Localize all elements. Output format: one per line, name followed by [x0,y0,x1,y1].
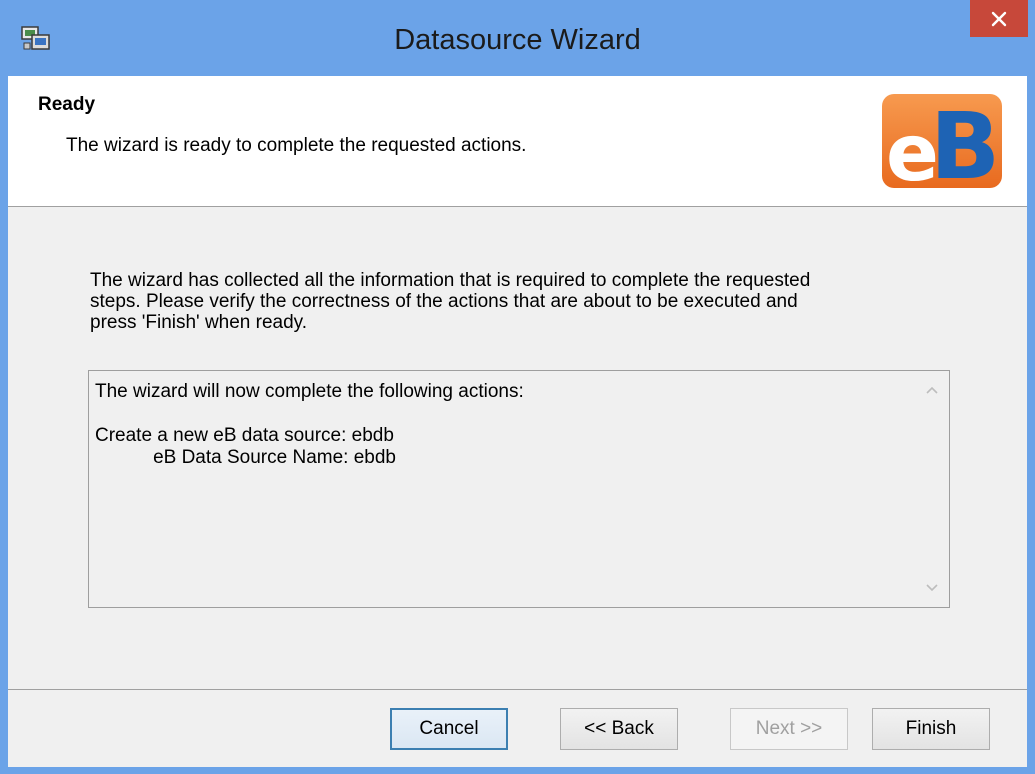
finish-button[interactable]: Finish [872,708,990,750]
chevron-down-icon [926,584,938,592]
wizard-header: Ready The wizard is ready to complete th… [8,76,1027,207]
scroll-up-button[interactable] [915,373,949,407]
chevron-up-icon [926,386,938,394]
close-icon [991,11,1007,26]
wizard-window: Datasource Wizard Ready The wizard is re… [0,0,1035,774]
wizard-client-area: Ready The wizard is ready to complete th… [8,76,1027,767]
next-button[interactable]: Next >> [730,708,848,750]
window-title: Datasource Wizard [394,24,641,56]
cancel-button[interactable]: Cancel [390,708,508,750]
close-button[interactable] [970,0,1028,37]
vertical-scrollbar[interactable] [915,371,949,607]
scroll-down-button[interactable] [915,571,949,605]
back-button[interactable]: << Back [560,708,678,750]
eb-logo: e B [880,90,1004,200]
actions-summary-text: The wizard will now complete the followi… [95,381,524,468]
wizard-footer: Cancel << Back Next >> Finish [8,689,1027,767]
page-title: Ready [38,94,96,115]
page-subtitle: The wizard is ready to complete the requ… [66,135,527,156]
actions-summary-box[interactable]: The wizard will now complete the followi… [88,370,950,608]
intro-description: The wizard has collected all the informa… [90,270,811,333]
title-bar[interactable]: Datasource Wizard [0,0,1035,76]
svg-text:B: B [930,93,1000,192]
